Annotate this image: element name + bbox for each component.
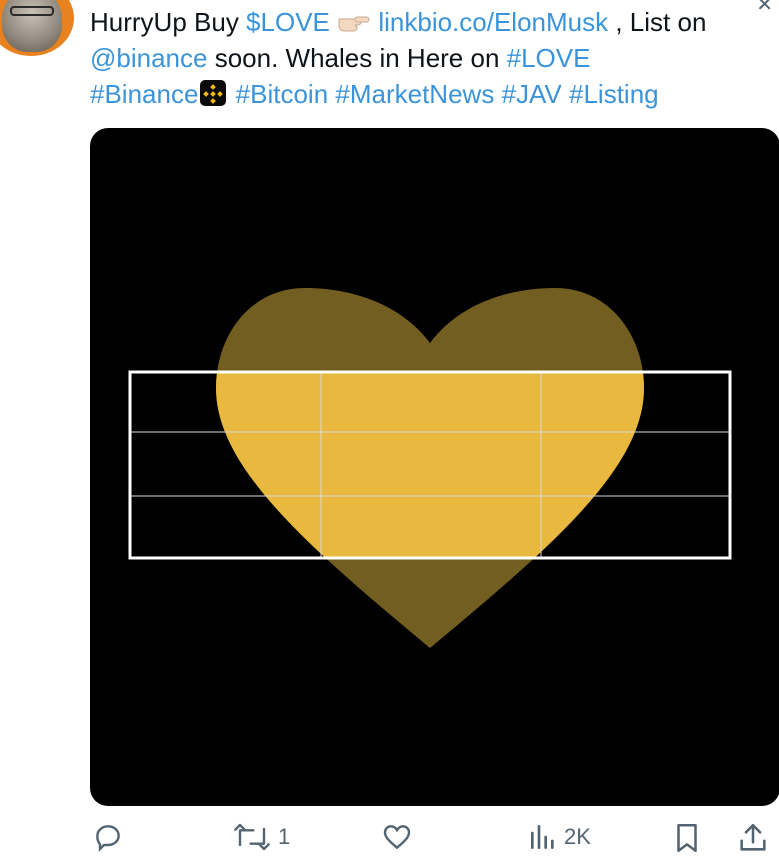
reply-icon: [96, 825, 120, 852]
heart-image: [128, 288, 732, 648]
tweet-text-segment: , List on: [608, 7, 707, 37]
avatar[interactable]: [0, 0, 74, 56]
reply-button[interactable]: [92, 821, 130, 853]
link-url[interactable]: linkbio.co/ElonMusk: [378, 7, 608, 37]
tweet-text-segment: soon. Whales in Here on: [207, 43, 507, 73]
tweet-line-1: HurryUp Buy $LOVE linkbio.co/ElonMusk , …: [90, 4, 776, 40]
tweet-text: HurryUp Buy $LOVE linkbio.co/ElonMusk , …: [90, 4, 776, 112]
hashtag-jav[interactable]: #JAV: [502, 79, 562, 109]
views-button[interactable]: 2K: [528, 821, 591, 853]
mention-binance[interactable]: @binance: [90, 43, 207, 73]
hashtag-love[interactable]: #LOVE: [507, 43, 591, 73]
hashtag-binance[interactable]: #Binance: [90, 79, 198, 109]
tweet-media-image[interactable]: [90, 128, 779, 806]
share-button[interactable]: [736, 821, 770, 855]
hashtag-marketnews[interactable]: #MarketNews: [335, 79, 494, 109]
tweet-line-2: @binance soon. Whales in Here on #LOVE: [90, 40, 776, 76]
like-button[interactable]: [381, 821, 419, 853]
backhand-index-pointing-right-icon: [337, 6, 371, 32]
hashtag-listing[interactable]: #Listing: [569, 79, 659, 109]
share-icon: [740, 823, 766, 851]
avatar-glasses: [10, 6, 54, 16]
bookmark-icon: [677, 823, 697, 853]
views-icon: [531, 825, 554, 849]
views-count: 2K: [564, 824, 591, 849]
tweet-text-segment: HurryUp Buy: [90, 7, 247, 37]
heart-icon: [383, 825, 411, 850]
tweet-actions: 1 2K: [0, 815, 779, 863]
hashtag-bitcoin[interactable]: #Bitcoin: [236, 79, 329, 109]
retweet-count: 1: [278, 824, 291, 849]
cashtag-love[interactable]: $LOVE: [246, 7, 330, 37]
retweet-button[interactable]: 1: [232, 821, 290, 853]
binance-logo-icon: [200, 80, 227, 106]
bookmark-button[interactable]: [672, 821, 702, 855]
tweet-line-3: #Binance #Bitcoin #MarketNews #JAV #List…: [90, 76, 776, 112]
retweet-icon: [234, 823, 270, 851]
